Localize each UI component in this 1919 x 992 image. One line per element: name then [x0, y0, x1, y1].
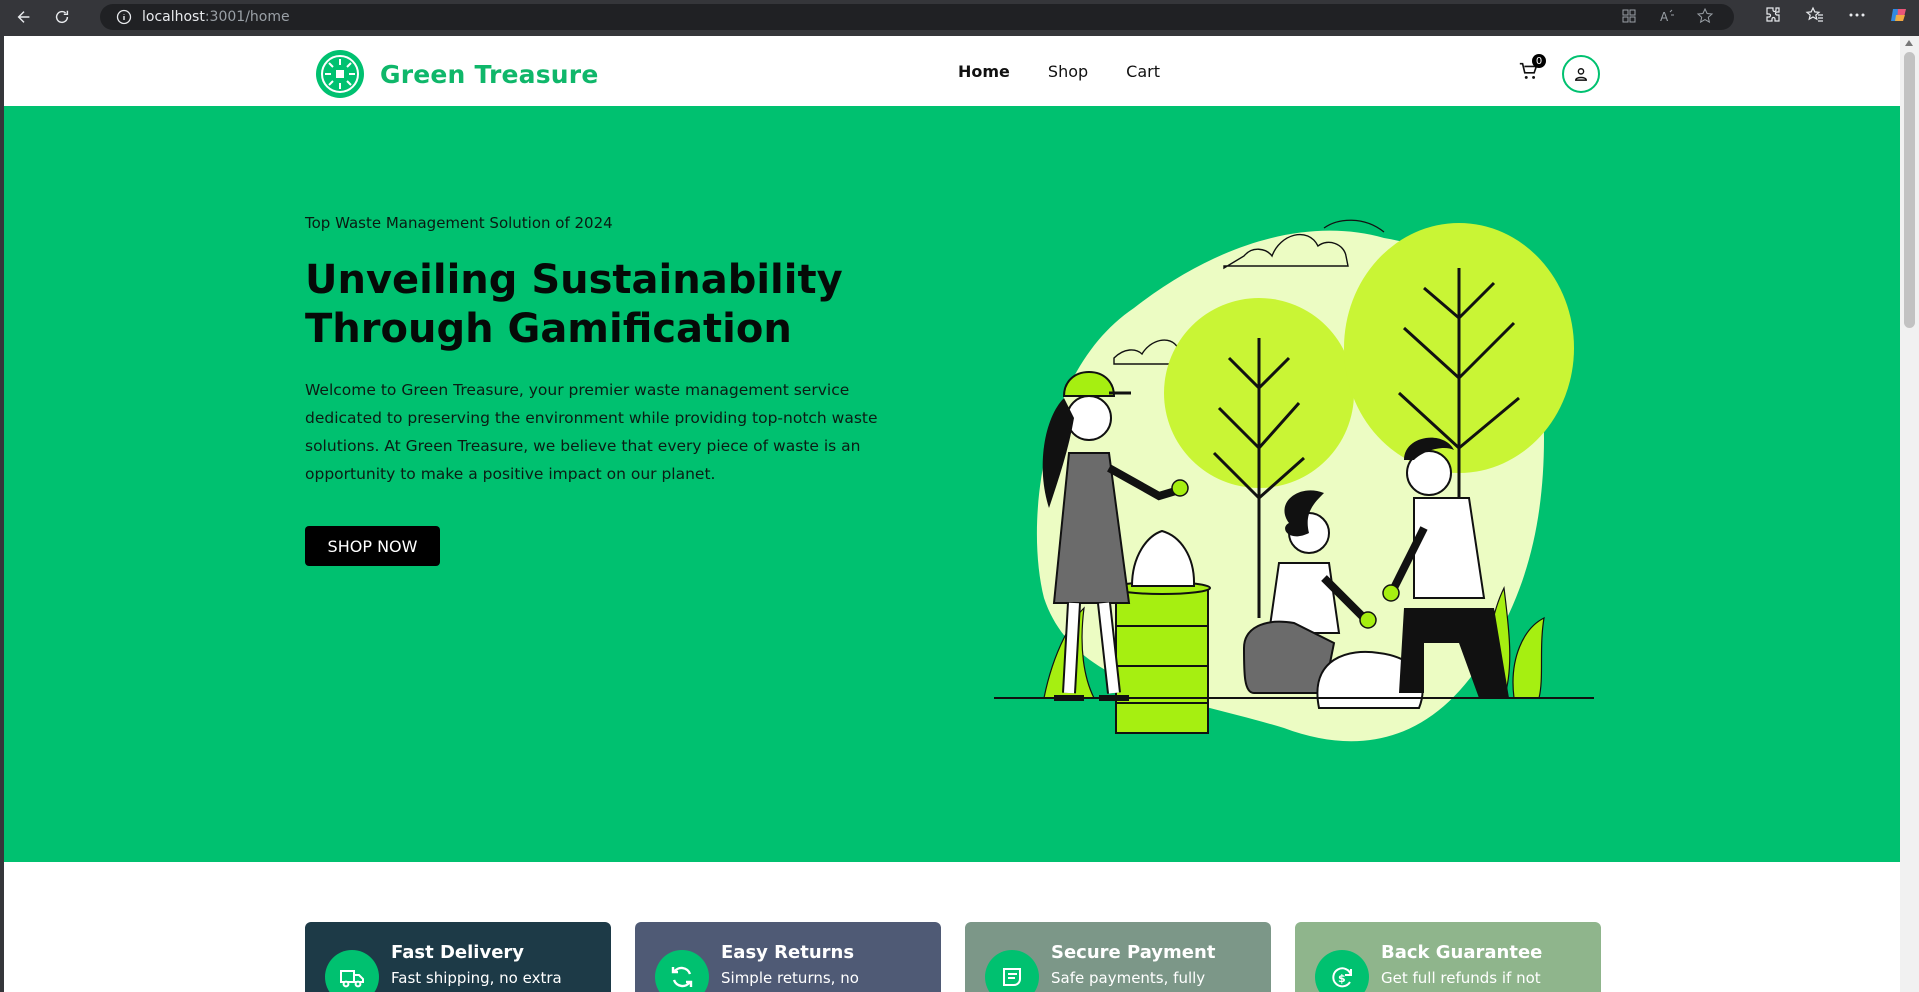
nav-cart-link[interactable]: Cart — [1126, 62, 1160, 81]
browser-toolbar: localhost:3001/home A — [0, 0, 1919, 34]
cart-button[interactable]: 0 — [1518, 54, 1546, 86]
cart-count-badge: 0 — [1532, 54, 1546, 68]
feature-subtitle: Safe payments, fully — [1051, 969, 1206, 987]
hero-eyebrow: Top Waste Management Solution of 2024 — [305, 214, 613, 232]
page-viewport: Green Treasure Home Shop Cart 0 Top Wast… — [4, 36, 1900, 992]
features-row: Fast Delivery Fast shipping, no extra Ea… — [305, 922, 1601, 992]
feature-title: Easy Returns — [721, 942, 855, 963]
scrollbar-thumb[interactable] — [1904, 52, 1915, 328]
feature-card-fast-delivery: Fast Delivery Fast shipping, no extra — [305, 922, 611, 992]
copilot-icon[interactable] — [1889, 5, 1909, 25]
brand-name: Green Treasure — [380, 59, 599, 89]
hero-title-line-2: Through Gamification — [305, 306, 792, 352]
feature-subtitle: Get full refunds if not — [1381, 969, 1541, 987]
profile-button[interactable] — [1562, 55, 1600, 93]
recycling-illustration — [994, 219, 1594, 742]
svg-text:A: A — [1660, 10, 1669, 24]
favorites-icon[interactable] — [1805, 5, 1825, 25]
money-back-icon: $ — [1315, 950, 1369, 992]
user-icon — [1575, 68, 1587, 81]
nav-shop-link[interactable]: Shop — [1048, 62, 1088, 81]
site-info-icon[interactable] — [116, 9, 132, 25]
read-aloud-icon[interactable]: A — [1658, 7, 1676, 25]
more-icon[interactable] — [1847, 5, 1867, 25]
svg-text:$: $ — [1338, 972, 1346, 985]
feature-card-back-guarantee: $ Back Guarantee Get full refunds if not — [1295, 922, 1601, 992]
reload-icon[interactable] — [48, 3, 76, 31]
main-nav: Home Shop Cart — [958, 62, 1160, 81]
feature-title: Secure Payment — [1051, 942, 1216, 963]
url-text: localhost:3001/home — [142, 9, 290, 25]
refresh-icon — [655, 950, 709, 992]
feature-subtitle: Fast shipping, no extra — [391, 969, 562, 987]
shop-now-button[interactable]: SHOP NOW — [305, 526, 440, 566]
feature-card-secure-payment: Secure Payment Safe payments, fully — [965, 922, 1271, 992]
extensions-icon[interactable] — [1763, 5, 1783, 25]
scroll-up-arrow-icon[interactable] — [1905, 40, 1913, 46]
hero-title: Unveiling Sustainability Through Gamific… — [305, 256, 865, 354]
logo-icon — [316, 50, 364, 98]
truck-icon — [325, 950, 379, 992]
feature-subtitle: Simple returns, no — [721, 969, 859, 987]
favorite-star-icon[interactable] — [1696, 7, 1714, 25]
feature-card-easy-returns: Easy Returns Simple returns, no — [635, 922, 941, 992]
apps-icon[interactable] — [1620, 7, 1638, 25]
back-icon[interactable] — [10, 3, 38, 31]
hero-title-line-1: Unveiling Sustainability — [305, 257, 843, 303]
hero-section: Top Waste Management Solution of 2024 Un… — [4, 106, 1900, 862]
feature-title: Back Guarantee — [1381, 942, 1543, 963]
page-scrollbar[interactable] — [1900, 36, 1919, 992]
nav-home-link[interactable]: Home — [958, 62, 1010, 81]
brand-logo[interactable]: Green Treasure — [316, 50, 599, 98]
hero-description: Welcome to Green Treasure, your premier … — [305, 381, 878, 483]
feature-title: Fast Delivery — [391, 942, 525, 963]
address-bar[interactable]: localhost:3001/home A — [100, 4, 1734, 30]
payment-card-icon — [985, 950, 1039, 992]
site-header: Green Treasure Home Shop Cart 0 — [4, 36, 1900, 106]
